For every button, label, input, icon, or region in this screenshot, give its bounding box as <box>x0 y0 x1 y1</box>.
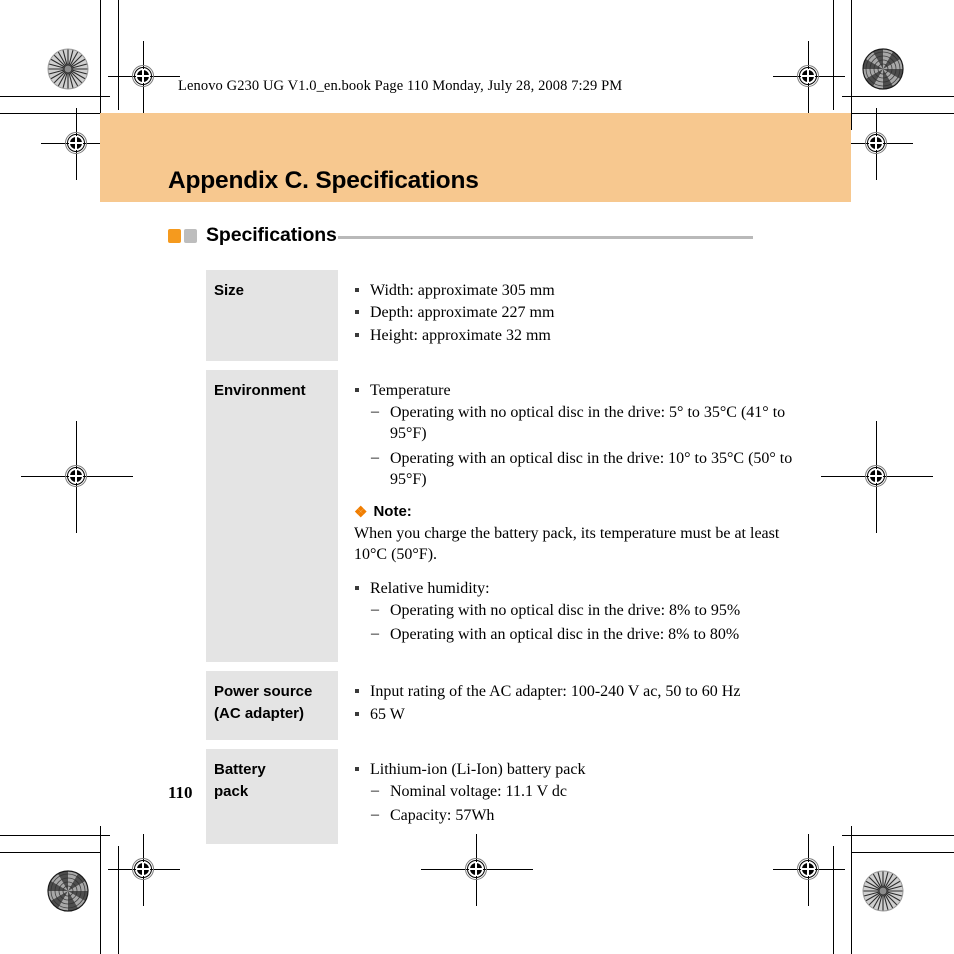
table-row-gap <box>206 361 796 370</box>
spec-bullet-list: Width: approximate 305 mm Depth: approxim… <box>354 280 796 346</box>
trim-line-top-outer <box>0 96 110 97</box>
section-heading: Specifications <box>168 224 768 247</box>
spec-subbullet-item: Operating with no optical disc in the dr… <box>370 401 796 445</box>
spec-bullet-list: Input rating of the AC adapter: 100-240 … <box>354 681 796 725</box>
spec-bullet-item: Lithium-ion (Li-Ion) battery pack Nominal… <box>354 759 796 827</box>
section-heading-rule <box>337 235 753 239</box>
print-burst-target-icon <box>862 48 904 90</box>
spec-label-cell: Power source (AC adapter) <box>206 671 338 740</box>
table-row: Size Width: approximate 305 mm Depth: appr… <box>206 270 796 361</box>
spec-bullet-list: Relative humidity: Operating with no opti… <box>354 578 796 646</box>
print-burst-target-icon <box>47 48 89 90</box>
table-row-gap <box>206 740 796 749</box>
spec-bullet-text: Lithium-ion (Li-Ion) battery pack <box>370 760 586 778</box>
table-row-gap <box>206 662 796 671</box>
spec-label-line: Power source <box>214 683 313 701</box>
spec-bullet-list: Lithium-ion (Li-Ion) battery pack Nominal… <box>354 759 796 827</box>
registration-crosshair-icon <box>421 834 533 906</box>
spec-subbullet-list: Nominal voltage: 11.1 V dcCapacity: 57Wh <box>370 780 796 827</box>
spec-bullet-item: Temperature Operating with no optical dis… <box>354 380 796 490</box>
trim-line-right-inner <box>833 0 834 110</box>
table-row: Environment Temperature Operating with no … <box>206 369 796 663</box>
trim-line-bottom-right-outer <box>842 835 954 836</box>
note-body: When you charge the battery pack, its te… <box>354 525 780 564</box>
note-block: ❖ Note: When you charge the battery pack, … <box>354 502 796 565</box>
trim-line-right-outer <box>851 0 852 130</box>
spec-label-line: Environment <box>214 381 306 399</box>
running-header-text: Lenovo G230 UG V1.0_en.book Page 110 Mon… <box>178 78 623 94</box>
spec-label-line: Battery <box>214 760 266 778</box>
spec-bullet-text: Relative humidity: <box>370 579 490 597</box>
spec-bullet-text: Depth: approximate 227 mm <box>370 304 555 322</box>
spec-value-cell: Lithium-ion (Li-Ion) battery pack Nominal… <box>338 749 796 844</box>
spec-bullet-text: Width: approximate 305 mm <box>370 282 555 299</box>
orange-square-icon <box>168 228 181 243</box>
trim-line-bottom-right-inner <box>852 852 954 853</box>
spec-bullet-text: Input rating of the AC adapter: 100-240 … <box>370 683 741 701</box>
gray-square-icon <box>184 228 197 243</box>
trim-line-top-inner <box>0 113 100 114</box>
spec-bullet-item: 65 W <box>354 704 796 725</box>
registration-crosshair-icon <box>773 41 845 113</box>
trim-line-top-right-outer <box>842 96 954 97</box>
registration-crosshair-icon <box>841 108 913 180</box>
spec-bullet-text: Height: approximate 32 mm <box>370 326 551 344</box>
spec-label-line: (AC adapter) <box>214 705 305 723</box>
spec-subbullet-item: Operating with an optical disc in the dr… <box>370 623 796 645</box>
registration-crosshair-icon <box>773 834 845 906</box>
section-heading-label: Specifications <box>206 224 337 246</box>
print-burst-target-icon <box>862 870 904 912</box>
spec-bullet-text: Temperature <box>370 381 451 399</box>
orange-diamond-note-icon: ❖ <box>354 503 368 521</box>
spec-bullet-text: 65 W <box>370 705 405 723</box>
trim-line-left-bottom-inner <box>118 846 119 954</box>
page-title: Appendix C. Specifications <box>168 167 479 194</box>
trim-line-right-bottom-outer <box>851 826 852 954</box>
trim-line-right-bottom-inner <box>833 846 834 954</box>
note-heading: ❖ Note: <box>354 502 796 522</box>
spec-label-cell: Battery pack <box>206 748 338 844</box>
note-title: Note: <box>373 503 412 521</box>
spec-value-cell: Temperature Operating with no optical dis… <box>338 370 796 663</box>
spec-label-cell: Environment <box>206 369 338 663</box>
trim-line-bottom-inner <box>0 852 100 853</box>
trim-line-top-right-inner <box>852 113 954 114</box>
spec-bullet-list: Temperature Operating with no optical dis… <box>354 380 796 490</box>
trim-line-left-bottom-outer <box>100 826 101 954</box>
trim-line-left-outer <box>100 0 101 130</box>
registration-crosshair-icon <box>41 108 113 180</box>
spec-bullet-item: Width: approximate 305 mm <box>354 280 796 301</box>
spec-bullet-item: Relative humidity: Operating with no opti… <box>354 578 796 646</box>
specifications-table: Size Width: approximate 305 mm Depth: appr… <box>206 270 796 844</box>
spec-subbullet-item: Capacity: 57Wh <box>370 804 796 826</box>
page-number: 110 <box>168 783 193 802</box>
spec-subbullet-item: Nominal voltage: 11.1 V dc <box>370 780 796 802</box>
trim-line-left-inner <box>118 0 119 110</box>
spec-bullet-item: Height: approximate 32 mm <box>354 325 796 346</box>
registration-crosshair-icon <box>108 834 180 906</box>
print-burst-target-icon <box>47 870 89 912</box>
registration-crosshair-icon <box>108 41 180 113</box>
spec-subbullet-item: Operating with an optical disc in the dr… <box>370 447 796 491</box>
spec-bullet-item: Depth: approximate 227 mm <box>354 302 796 323</box>
table-row: Power source (AC adapter) Input rating of … <box>206 671 796 740</box>
document-page: Lenovo G230 UG V1.0_en.book Page 110 Mon… <box>0 0 954 954</box>
spec-label-cell: Size <box>206 270 338 361</box>
spec-subbullet-list: Operating with no optical disc in the dr… <box>370 599 796 646</box>
table-row: Battery pack Lithium-ion (Li-Ion) battery … <box>206 748 796 844</box>
trim-line-bottom-outer <box>0 835 110 836</box>
spec-label-line: Size <box>214 282 245 299</box>
spec-bullet-item: Input rating of the AC adapter: 100-240 … <box>354 681 796 702</box>
registration-crosshair-icon <box>821 421 933 533</box>
spec-label-line: pack <box>214 782 249 800</box>
spec-subbullet-list: Operating with no optical disc in the dr… <box>370 401 796 491</box>
spec-subbullet-item: Operating with no optical disc in the dr… <box>370 599 796 621</box>
registration-crosshair-icon <box>21 421 133 533</box>
spec-value-cell: Width: approximate 305 mm Depth: approxim… <box>338 270 796 361</box>
spec-value-cell: Input rating of the AC adapter: 100-240 … <box>338 671 796 740</box>
